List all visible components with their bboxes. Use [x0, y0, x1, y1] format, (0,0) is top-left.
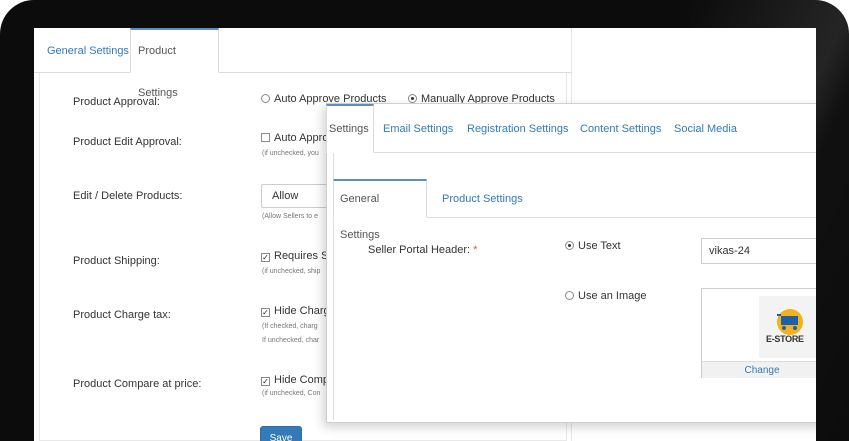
checkbox-checked-icon[interactable]: ✓ — [261, 253, 270, 262]
edit-delete-help: (Allow Sellers to e — [262, 213, 319, 220]
requires-shipping-checkbox[interactable]: ✓ Requires Sh — [261, 250, 335, 262]
radio-icon[interactable] — [565, 291, 574, 300]
tab-general-settings[interactable]: General Settings — [333, 179, 427, 241]
header-text-input[interactable]: vikas-24 — [701, 238, 816, 264]
logo-text: E-STORE — [766, 334, 804, 344]
checkbox-checked-icon[interactable]: ✓ — [261, 308, 270, 317]
radio-selected-icon[interactable] — [565, 241, 574, 250]
auto-approve-edit-checkbox[interactable]: Auto Appro — [261, 132, 328, 144]
general-settings-section: General Settings Product Settings Seller… — [333, 153, 816, 420]
settings-tab-bar: Settings Email Settings Registration Set… — [326, 104, 816, 153]
product-shipping-label: Product Shipping: — [73, 255, 160, 267]
tab-settings[interactable]: Settings — [326, 104, 374, 153]
hide-charge-tax-label: Hide Charg — [274, 305, 330, 317]
edit-approval-help: (if unchecked, you — [262, 150, 319, 157]
compare-price-help: (if unchecked, Con — [262, 390, 321, 397]
product-compare-price-label: Product Compare at price: — [73, 378, 202, 390]
save-button[interactable]: Save — [260, 426, 302, 441]
header-image-box: E-STORE Change — [701, 288, 816, 378]
charge-tax-help-checked: (If checked, charg — [262, 323, 318, 330]
product-charge-tax-label: Product Charge tax: — [73, 309, 171, 321]
tab-product-settings[interactable]: Product Settings — [130, 28, 219, 99]
back-tab-bar: General Settings Product Settings — [34, 28, 572, 99]
charge-tax-help-unchecked: If unchecked, char — [262, 337, 320, 344]
estore-logo-image: E-STORE — [759, 296, 816, 358]
tab-product-settings[interactable]: Product Settings — [435, 179, 530, 218]
shipping-help: (if unchecked, ship — [262, 268, 321, 275]
seller-portal-header-label: Seller Portal Header: * — [368, 244, 477, 256]
required-marker: * — [473, 244, 478, 256]
hide-compare-price-checkbox[interactable]: ✓ Hide Compa — [261, 374, 335, 386]
radio-selected-icon[interactable] — [408, 94, 417, 103]
change-image-link[interactable]: Change — [702, 361, 816, 378]
use-text-radio[interactable]: Use Text — [565, 240, 621, 252]
sub-tab-bar: General Settings Product Settings — [333, 179, 816, 241]
hide-charge-tax-checkbox[interactable]: ✓ Hide Charg — [261, 305, 330, 317]
tab-general-settings[interactable]: General Settings — [40, 28, 136, 73]
product-approval-label: Product Approval: — [73, 96, 160, 108]
checkbox-checked-icon[interactable]: ✓ — [261, 377, 270, 386]
settings-panel: Settings Email Settings Registration Set… — [326, 103, 816, 423]
checkbox-icon[interactable] — [261, 133, 270, 142]
tab-social-media[interactable]: Social Media — [674, 104, 737, 153]
tab-registration-settings[interactable]: Registration Settings — [467, 104, 569, 153]
use-image-label: Use an Image — [578, 290, 647, 302]
tab-content-settings[interactable]: Content Settings — [580, 104, 661, 153]
edit-delete-products-label: Edit / Delete Products: — [73, 190, 183, 202]
device-frame: General Settings Product Settings Produc… — [0, 0, 849, 441]
seller-portal-header-text: Seller Portal Header: — [368, 244, 471, 256]
use-text-label: Use Text — [578, 240, 621, 252]
use-image-radio[interactable]: Use an Image — [565, 290, 646, 302]
cart-logo-icon — [777, 309, 803, 335]
auto-approve-edit-label: Auto Appro — [274, 132, 329, 144]
radio-icon[interactable] — [261, 94, 270, 103]
tab-email-settings[interactable]: Email Settings — [383, 104, 453, 153]
product-edit-approval-label: Product Edit Approval: — [73, 136, 182, 148]
screen: General Settings Product Settings Produc… — [34, 28, 816, 441]
